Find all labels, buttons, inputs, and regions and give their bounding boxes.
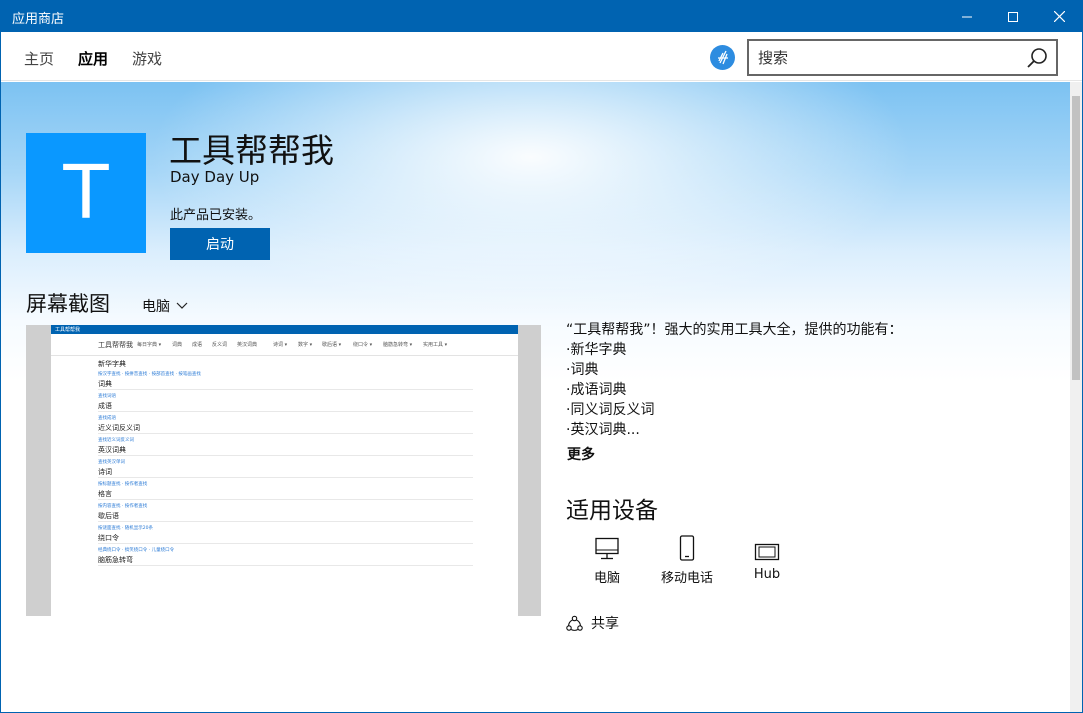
app-description: “工具帮帮我”！强大的实用工具大全，提供的功能有： ·新华字典 ·词典 ·成语词…	[566, 320, 1046, 440]
thumbnail-menu-item: 歇后语 ▾	[322, 342, 342, 348]
maximize-button[interactable]	[990, 1, 1036, 32]
device-filter-dropdown[interactable]: 电脑	[142, 296, 188, 316]
window-title: 应用商店	[12, 12, 65, 27]
thumbnail-menu-item: 绕口令 ▾	[353, 342, 373, 348]
share-button[interactable]: 共享	[566, 613, 619, 633]
app-title: 工具帮帮我	[169, 131, 334, 170]
screenshot-thumbnail[interactable]: 工具帮帮我 工具帮帮我 每日字典 ▾ 词典 成语 反义词 英汉词典 诗词 ▾ 数…	[26, 325, 541, 616]
thumbnail-links: 按标题查找 · 按作者查找	[98, 482, 148, 487]
description-line: ·成语词典	[566, 382, 627, 398]
hub-icon	[754, 543, 780, 561]
app-icon-letter: T	[63, 150, 109, 236]
screenshots-heading: 屏幕截图	[26, 292, 110, 316]
device-pc: 电脑	[572, 533, 642, 586]
thumbnail-menu: 工具帮帮我 每日字典 ▾ 词典 成语 反义词 英汉词典 诗词 ▾ 数字 ▾ 歇后…	[51, 334, 518, 356]
thumbnail-section-heading: 词典	[98, 379, 473, 390]
pc-icon	[595, 537, 619, 560]
thumbnail-section-heading: 脑筋急转弯	[98, 555, 473, 566]
device-label: 移动电话	[660, 571, 713, 586]
thumbnail-titlebar: 工具帮帮我	[51, 325, 518, 334]
thumbnail-links: 经典绕口令 · 搞笑绕口令 · 儿童绕口令	[98, 548, 175, 553]
description-line: “工具帮帮我”！强大的实用工具大全，提供的功能有：	[566, 322, 903, 338]
description-line: ·同义词反义词	[566, 402, 655, 418]
thumbnail-window: 工具帮帮我 工具帮帮我 每日字典 ▾ 词典 成语 反义词 英汉词典 诗词 ▾ 数…	[51, 325, 518, 616]
thumbnail-menu-item: 成语	[192, 342, 203, 348]
device-filter-label: 电脑	[142, 299, 170, 315]
thumbnail-section-heading: 格言	[98, 489, 473, 500]
thumbnail-links: 查找词语	[98, 394, 116, 399]
thumbnail-links: 按谜面查找 · 随机显示20条	[98, 526, 154, 531]
thumbnail-section-heading: 英汉词典	[98, 445, 473, 456]
close-button[interactable]	[1036, 1, 1082, 32]
thumbnail-window-title: 工具帮帮我	[55, 327, 81, 333]
device-hub: Hub	[732, 533, 802, 582]
title-bar: 应用商店	[1, 1, 1082, 32]
launch-button[interactable]: 启动	[170, 228, 270, 260]
thumbnail-section-heading: 诗词	[98, 467, 473, 478]
minimize-icon	[962, 16, 972, 17]
thumbnail-menu-item: 每日字典 ▾	[137, 342, 162, 348]
thumbnail-links: 查找成语	[98, 416, 116, 421]
thumbnail-menu-item: 实用工具 ▾	[423, 342, 448, 348]
nav-bar: 主页 应用 游戏	[1, 32, 1082, 81]
thumbnail-section-heading: 歇后语	[98, 511, 473, 522]
thumbnail-section-heading: 成语	[98, 401, 473, 412]
share-label: 共享	[591, 616, 619, 632]
search-input[interactable]	[749, 41, 1019, 74]
thumbnail-brand: 工具帮帮我	[98, 341, 133, 349]
device-label: Hub	[753, 567, 781, 582]
share-icon	[566, 615, 583, 631]
device-label: 电脑	[593, 571, 620, 586]
maximize-icon	[1008, 11, 1018, 22]
search-icon[interactable]	[1026, 47, 1048, 69]
close-icon	[1053, 11, 1065, 22]
devices-heading: 适用设备	[566, 498, 658, 524]
thumbnail-menu-item: 词典	[172, 342, 183, 348]
thumbnail-section-heading: 近义词反义词	[98, 423, 473, 434]
tab-home[interactable]: 主页	[24, 48, 54, 69]
product-page: T 工具帮帮我 Day Day Up 此产品已安装。 启动 屏幕截图 电脑 工具…	[1, 82, 1070, 712]
scrollbar-thumb[interactable]	[1072, 96, 1080, 380]
install-status: 此产品已安装。	[170, 208, 262, 223]
thumbnail-menu-item: 反义词	[212, 342, 228, 348]
thumbnail-links: 按内容查找 · 按作者查找	[98, 504, 148, 509]
thumbnail-links: 按汉字查找 · 按拼音查找 · 按部首查找 · 按笔画查找	[98, 372, 201, 377]
thumbnail-menu-item: 脑筋急转弯 ▾	[383, 342, 413, 348]
thumbnail-links: 查找英汉单词	[98, 460, 125, 465]
account-avatar[interactable]	[710, 45, 735, 70]
thumbnail-menu-item: 数字 ▾	[298, 342, 313, 348]
more-link[interactable]: 更多	[567, 444, 595, 464]
app-publisher[interactable]: Day Day Up	[170, 168, 259, 186]
device-phone: 移动电话	[652, 533, 722, 586]
thumbnail-menu-item: 诗词 ▾	[273, 342, 288, 348]
description-line: ·英汉词典...	[566, 422, 640, 438]
description-line: ·词典	[566, 362, 599, 378]
avatar-icon	[718, 50, 728, 65]
thumbnail-body: 新华字典 按汉字查找 · 按拼音查找 · 按部首查找 · 按笔画查找 词典 查找…	[98, 357, 473, 569]
search-box[interactable]	[747, 39, 1058, 76]
chevron-down-icon	[176, 302, 188, 309]
thumbnail-menu-item: 英汉词典	[237, 342, 258, 348]
description-line: ·新华字典	[566, 342, 627, 358]
tab-games[interactable]: 游戏	[132, 48, 162, 69]
thumbnail-links: 查找近义词反义词	[98, 438, 134, 443]
store-window: 应用商店 主页 应用 游戏 T	[0, 0, 1083, 713]
tab-apps[interactable]: 应用	[78, 48, 108, 69]
thumbnail-section-heading: 新华字典	[98, 360, 126, 368]
phone-icon	[679, 535, 695, 561]
thumbnail-section-heading: 绕口令	[98, 533, 473, 544]
minimize-button[interactable]	[944, 1, 990, 32]
app-icon: T	[26, 133, 146, 253]
